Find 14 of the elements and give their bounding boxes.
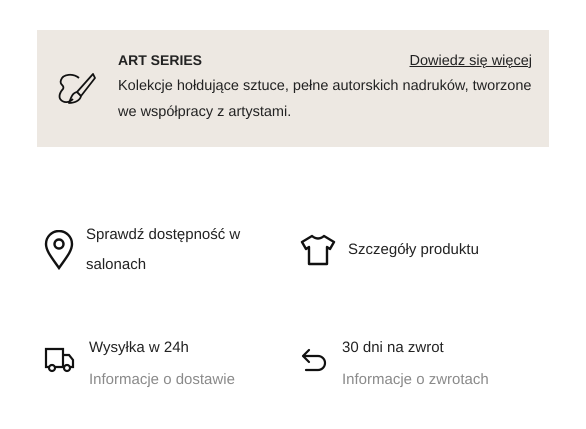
banner-description: Kolekcje hołdujące sztuce, pełne autorskich nadruków, tworzone we współpracy z artystami.: [118, 77, 532, 122]
truck-icon: [44, 347, 75, 373]
learn-more-link[interactable]: Dowiedz się więcej: [410, 53, 532, 69]
banner-title: ART SERIES: [118, 52, 202, 68]
return-arrow-icon: [300, 346, 328, 374]
feature-title: 30 dni na zwrot: [342, 338, 445, 358]
location-pin-icon: [44, 230, 74, 270]
feature-title: Sprawdź dostępność w salonach: [86, 225, 242, 275]
paintbrush-palette-icon: [57, 72, 97, 106]
info-link[interactable]: Informacje o zwrotach: [342, 370, 489, 388]
feature-title: Wysyłka w 24h: [89, 338, 190, 358]
t-shirt-icon: [300, 234, 336, 266]
feature-title: Szczegóły produktu: [348, 240, 479, 260]
info-link[interactable]: Informacje o dostawie: [89, 370, 235, 388]
